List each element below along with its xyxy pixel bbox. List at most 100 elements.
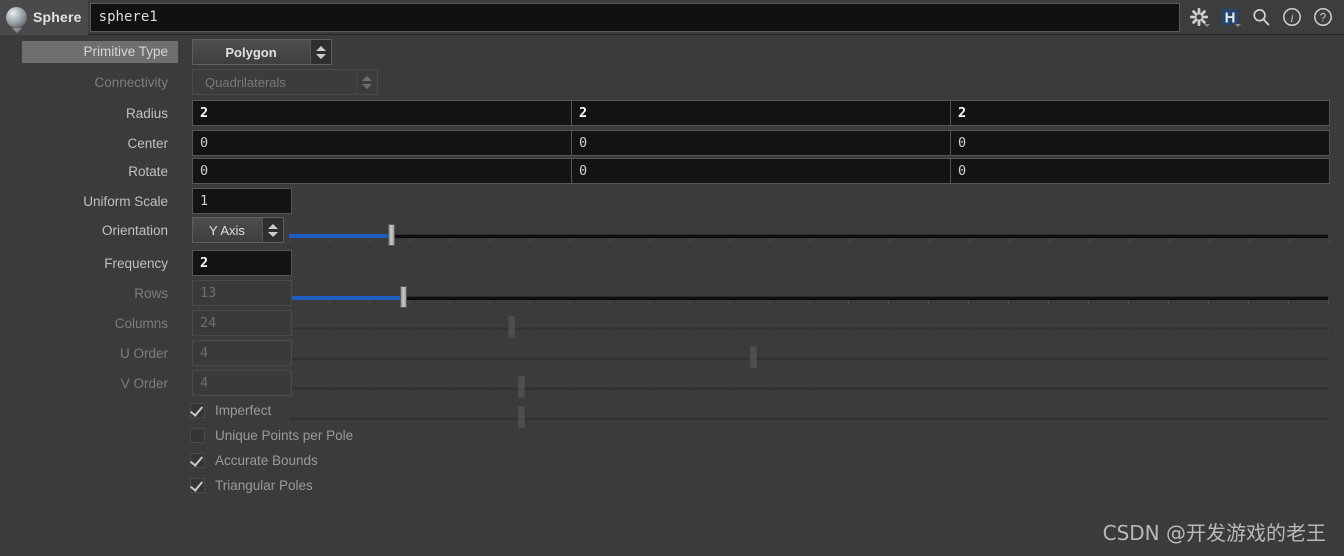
- param-label-orientation: Orientation: [101, 222, 168, 238]
- houdini-parameter-panel: Sphere sphere1 H i ? Primitive Type Poly…: [0, 0, 1344, 556]
- primitive-type-dropdown[interactable]: Polygon: [192, 39, 332, 65]
- chevron-down-icon: [316, 53, 326, 59]
- param-row-orientation: Orientation Y Axis: [0, 217, 1344, 243]
- radius-value-y: 2: [579, 105, 588, 121]
- chevron-down-icon[interactable]: [12, 27, 22, 33]
- primitive-type-value: Polygon: [225, 44, 277, 60]
- parameter-list: Primitive Type Polygon Connectivity Quad…: [0, 35, 1344, 556]
- watermark: CSDN @开发游戏的老王: [1102, 521, 1326, 545]
- param-label-uniform-scale: Uniform Scale: [83, 193, 168, 209]
- v-order-field: 4: [192, 370, 292, 396]
- orientation-spinner[interactable]: [262, 218, 283, 242]
- checkbox-imperfect[interactable]: [190, 402, 205, 418]
- param-label-center: Center: [127, 135, 168, 151]
- param-row-connectivity: Connectivity Quadrilaterals: [0, 69, 1344, 95]
- chevron-up-icon: [316, 45, 326, 51]
- node-type-badge[interactable]: Sphere: [0, 0, 88, 35]
- chevron-down-icon[interactable]: [1235, 24, 1241, 27]
- slider-track: [289, 416, 1328, 420]
- frequency-field[interactable]: 2: [192, 250, 292, 276]
- titlebar-icon-group: H i ?: [1182, 0, 1344, 35]
- info-icon[interactable]: i: [1281, 5, 1303, 29]
- columns-field: 24: [192, 310, 292, 336]
- chevron-down-icon: [362, 83, 372, 89]
- param-label-columns: Columns: [114, 315, 168, 331]
- rotate-value-x: 0: [200, 163, 209, 179]
- node-name-value: sphere1: [98, 9, 158, 25]
- toggle-label-accurate-bounds: Accurate Bounds: [215, 452, 318, 468]
- sphere-icon[interactable]: [6, 6, 27, 33]
- uniform-scale-value: 1: [200, 193, 209, 209]
- rows-value: 13: [200, 285, 217, 301]
- param-label-connectivity: Connectivity: [94, 74, 168, 90]
- param-row-frequency: Frequency 2: [0, 249, 1344, 277]
- gear-icon[interactable]: [1188, 5, 1210, 29]
- rotate-field-y[interactable]: 0: [571, 158, 951, 184]
- param-row-uniform-scale: Uniform Scale 1: [0, 187, 1344, 215]
- houdini-h-icon[interactable]: H: [1219, 5, 1241, 29]
- center-field-y[interactable]: 0: [571, 130, 951, 156]
- param-label-u-order: U Order: [119, 345, 168, 361]
- slider-handle: [517, 406, 525, 428]
- rotate-field-z[interactable]: 0: [950, 158, 1330, 184]
- slider-ticks: [289, 421, 1329, 425]
- toggle-unique-points-per-pole[interactable]: Unique Points per Pole: [190, 425, 353, 445]
- svg-text:i: i: [1290, 11, 1293, 25]
- u-order-value: 4: [200, 345, 209, 361]
- checkbox-accurate-bounds[interactable]: [190, 452, 205, 468]
- radius-value-x: 2: [200, 105, 209, 121]
- toggle-imperfect[interactable]: Imperfect: [190, 400, 271, 420]
- toggle-label-unique-points-per-pole: Unique Points per Pole: [215, 427, 354, 443]
- param-row-rows: Rows 13: [0, 279, 1344, 307]
- center-field-x[interactable]: 0: [192, 130, 572, 156]
- toggle-accurate-bounds[interactable]: Accurate Bounds: [190, 450, 318, 470]
- rotate-value-z: 0: [958, 163, 967, 179]
- radius-field-z[interactable]: 2: [950, 100, 1330, 126]
- param-row-radius: Radius 2 2 2: [0, 99, 1344, 127]
- rows-field: 13: [192, 280, 292, 306]
- param-label-v-order: V Order: [120, 375, 168, 391]
- param-row-v-order: V Order 4: [0, 369, 1344, 397]
- param-label-frequency: Frequency: [104, 255, 168, 271]
- param-label-rows: Rows: [134, 285, 168, 301]
- toggle-triangular-poles[interactable]: Triangular Poles: [190, 475, 313, 495]
- param-row-primitive-type: Primitive Type Polygon: [0, 39, 1344, 65]
- uniform-scale-field[interactable]: 1: [192, 188, 292, 214]
- rotate-field-x[interactable]: 0: [192, 158, 572, 184]
- svg-text:H: H: [1225, 10, 1236, 27]
- checkbox-unique-points-per-pole[interactable]: [190, 427, 205, 443]
- chevron-up-icon: [268, 223, 278, 229]
- help-icon[interactable]: ?: [1312, 5, 1334, 29]
- v-order-slider: [289, 406, 1329, 428]
- chevron-down-icon[interactable]: [1204, 24, 1210, 27]
- connectivity-value: Quadrilaterals: [205, 74, 286, 90]
- node-titlebar: Sphere sphere1 H i ?: [0, 0, 1344, 35]
- primitive-type-spinner[interactable]: [310, 40, 331, 64]
- connectivity-dropdown: Quadrilaterals: [192, 69, 378, 95]
- search-icon[interactable]: [1250, 5, 1272, 29]
- radius-value-z: 2: [958, 105, 967, 121]
- orientation-dropdown[interactable]: Y Axis: [192, 217, 284, 243]
- param-row-u-order: U Order 4: [0, 339, 1344, 367]
- center-value-z: 0: [958, 135, 967, 151]
- param-label-rotate: Rotate: [128, 163, 168, 179]
- center-value-y: 0: [579, 135, 588, 151]
- sphere-icon-ball: [6, 6, 27, 28]
- rotate-value-y: 0: [579, 163, 588, 179]
- node-name-input[interactable]: sphere1: [89, 2, 1180, 32]
- radius-field-y[interactable]: 2: [571, 100, 951, 126]
- param-row-center: Center 0 0 0: [0, 129, 1344, 157]
- chevron-down-icon: [268, 231, 278, 237]
- u-order-field: 4: [192, 340, 292, 366]
- center-value-x: 0: [200, 135, 209, 151]
- radius-field-x[interactable]: 2: [192, 100, 572, 126]
- checkbox-triangular-poles[interactable]: [190, 477, 205, 493]
- frequency-value: 2: [200, 255, 209, 271]
- param-label-primitive-type[interactable]: Primitive Type: [22, 41, 178, 63]
- toggle-label-imperfect: Imperfect: [215, 402, 272, 418]
- orientation-value: Y Axis: [209, 222, 245, 238]
- columns-value: 24: [200, 315, 217, 331]
- node-type-label: Sphere: [33, 9, 82, 25]
- v-order-value: 4: [200, 375, 209, 391]
- center-field-z[interactable]: 0: [950, 130, 1330, 156]
